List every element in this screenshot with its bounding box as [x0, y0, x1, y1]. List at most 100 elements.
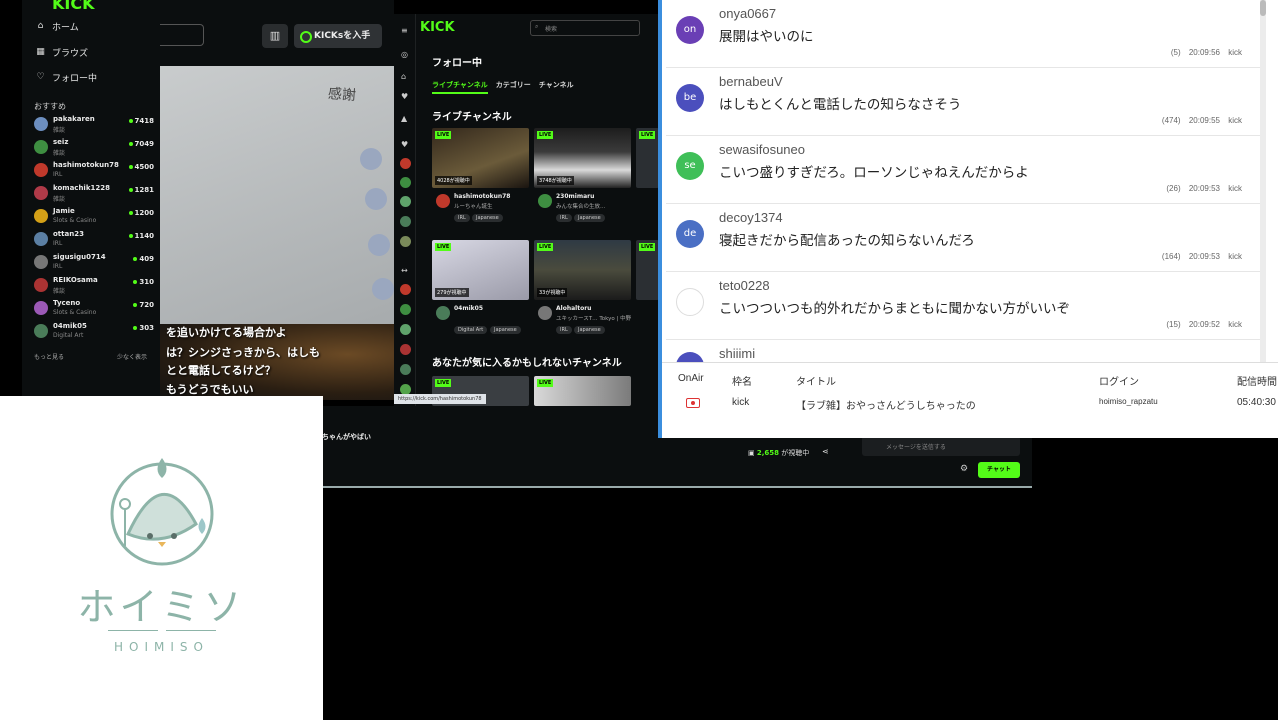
- avatar: [34, 163, 48, 177]
- stream-thumbnail[interactable]: LIVE 279が視聴中: [432, 240, 529, 300]
- avatar[interactable]: [400, 344, 411, 355]
- chat-bubble-icon: [365, 188, 387, 210]
- menu-icon[interactable]: ≡: [401, 26, 408, 35]
- share-icon[interactable]: ⋖: [822, 447, 829, 456]
- video-subtitle: とと電話してるけど？: [166, 364, 276, 377]
- channel-name[interactable]: 04mik05: [454, 305, 483, 312]
- channel-name[interactable]: Alohaltoru: [556, 305, 591, 312]
- stream-thumbnail[interactable]: LIVE: [534, 376, 631, 406]
- comment-count: (5): [1170, 48, 1181, 57]
- recommended-channel[interactable]: hashimotokun78 IRL 4500: [34, 160, 154, 182]
- stream-thumbnail[interactable]: LIVE 4028が視聴中: [432, 128, 529, 188]
- hoimiso-mascot-logo: [110, 458, 214, 566]
- avatar[interactable]: [400, 364, 411, 375]
- list-item[interactable]: de decoy1374 寝起きだから配信あったの知らないんだろ (164) 20:0…: [666, 204, 1262, 272]
- heart-icon[interactable]: ♥: [401, 140, 408, 149]
- avatar[interactable]: [400, 177, 411, 188]
- avatar[interactable]: [400, 196, 411, 207]
- column-header[interactable]: タイトル: [796, 373, 836, 388]
- show-more-link[interactable]: もっと見る: [34, 352, 64, 361]
- tag[interactable]: Japanese: [490, 326, 521, 334]
- avatar: on: [676, 16, 704, 44]
- tag[interactable]: IRL: [454, 214, 470, 222]
- get-kicks-button[interactable]: KICKsを入手: [294, 24, 382, 48]
- chat-send-button[interactable]: チャット: [978, 462, 1020, 478]
- avatar: [34, 301, 48, 315]
- recommended-channel[interactable]: REIKOsama 雑談 310: [34, 275, 154, 297]
- comment-username: sewasifosuneo: [719, 142, 805, 157]
- recommended-channel[interactable]: Tyceno Slots & Casino 720: [34, 298, 154, 320]
- column-header[interactable]: ログイン: [1099, 373, 1139, 388]
- list-item[interactable]: be bernabeuV はしもとくんと電話したの知らなさそう (474) 20:09…: [666, 68, 1262, 136]
- avatar[interactable]: [538, 306, 552, 320]
- gear-icon[interactable]: ⚙: [960, 464, 968, 474]
- recommended-channel[interactable]: sigusigu0714 IRL 409: [34, 252, 154, 274]
- tag[interactable]: Japanese: [472, 214, 503, 222]
- channel-name[interactable]: 230mimaru: [556, 193, 594, 200]
- column-header[interactable]: 配信時間: [1237, 373, 1277, 388]
- recommended-channel[interactable]: pakakaren 雑談 7418: [34, 114, 154, 136]
- comment-username: shiiimi: [719, 346, 756, 361]
- sidebar-item-home[interactable]: ⌂ ホーム: [36, 20, 79, 34]
- scrollbar-thumb[interactable]: [1260, 0, 1266, 16]
- tag[interactable]: IRL: [556, 214, 572, 222]
- avatar[interactable]: [538, 194, 552, 208]
- broadcast-table: OnAir 枠名 タイトル ログイン 配信時間 kick 【ラブ雑】おやっさんど…: [662, 362, 1278, 438]
- show-less-link[interactable]: 少なく表示: [117, 352, 147, 361]
- search-input[interactable]: [160, 24, 204, 46]
- scrollbar[interactable]: [1260, 0, 1266, 362]
- stream-thumbnail[interactable]: LIVE 3748が視聴中: [534, 128, 631, 188]
- live-badge: LIVE: [435, 131, 452, 139]
- comment-service: kick: [1228, 252, 1242, 261]
- stream-thumbnail[interactable]: LIVE 33が視聴中: [534, 240, 631, 300]
- avatar[interactable]: [400, 324, 411, 335]
- list-item[interactable]: se sewasifosuneo こいつ盛りすぎだろ。ローソンじゃねえんだからよ (2…: [666, 136, 1262, 204]
- column-header[interactable]: 枠名: [732, 373, 752, 388]
- tag[interactable]: Japanese: [574, 214, 605, 222]
- sidebar-item-following[interactable]: ♡ フォロー中: [36, 71, 97, 85]
- tab-channels[interactable]: チャンネル: [539, 80, 574, 94]
- video-player[interactable]: 感謝 を追いかけてる場合かよ は？シンジさっきから、はしも とと電話してるけど？…: [160, 66, 394, 400]
- recommended-channel[interactable]: Jamie Slots & Casino 1200: [34, 206, 154, 228]
- browse-icon[interactable]: ▲: [401, 114, 407, 123]
- avatar: [34, 209, 48, 223]
- comment-username: onya0667: [719, 6, 777, 21]
- library-icon[interactable]: ▥: [262, 24, 288, 48]
- home-icon[interactable]: ⌂: [401, 72, 406, 81]
- avatar[interactable]: [436, 194, 450, 208]
- column-header[interactable]: OnAir: [678, 373, 704, 384]
- comment-service: kick: [1228, 184, 1242, 193]
- heart-icon[interactable]: ♥: [401, 92, 408, 101]
- tag[interactable]: IRL: [556, 326, 572, 334]
- avatar[interactable]: [436, 306, 450, 320]
- list-item[interactable]: on onya0667 展開はやいのに (5) 20:09:56 kick: [666, 0, 1262, 68]
- stream-thumbnail[interactable]: LIVE: [636, 240, 659, 300]
- chat-message-input[interactable]: メッセージを送信する: [862, 436, 1020, 456]
- viewer-count: 7418: [129, 117, 154, 125]
- avatar[interactable]: [400, 304, 411, 315]
- channel-name[interactable]: hashimotokun78: [454, 193, 510, 200]
- tab-live-channels[interactable]: ライブチャンネル: [432, 80, 488, 94]
- avatar[interactable]: [400, 158, 411, 169]
- tab-categories[interactable]: カテゴリー: [496, 80, 531, 94]
- recommended-channel[interactable]: ottan23 IRL 1140: [34, 229, 154, 251]
- recommended-channel[interactable]: seiz 雑談 7049: [34, 137, 154, 159]
- tag[interactable]: Japanese: [574, 326, 605, 334]
- viewer-count: 33が視聴中: [537, 288, 568, 297]
- compass-icon[interactable]: ◎: [401, 50, 408, 59]
- avatar[interactable]: [400, 216, 411, 227]
- list-item[interactable]: teto0228 こいつついつも的外れだからまともに聞かない方がいいぞ (15) 2…: [666, 272, 1262, 340]
- stream-thumbnail[interactable]: LIVE: [636, 128, 659, 188]
- sidebar-item-browse[interactable]: ▦ ブラウズ: [36, 46, 88, 60]
- avatar[interactable]: [400, 236, 411, 247]
- stream-title: みんな集合の生放…: [556, 204, 606, 210]
- tag[interactable]: Digital Art: [454, 326, 488, 334]
- followed-channels-rail: ≡ ◎ ⌂ ♥ ▲ ♥ ↔: [394, 14, 416, 406]
- recommended-channel[interactable]: komachik1228 雑談 1281: [34, 183, 154, 205]
- kick-logo[interactable]: KICK: [52, 0, 95, 13]
- avatar[interactable]: [400, 284, 411, 295]
- search-input[interactable]: ⌕ 検索: [530, 20, 640, 36]
- recommended-channel[interactable]: 04mik05 Digital Art 303: [34, 321, 154, 343]
- expand-icon[interactable]: ↔: [401, 266, 408, 275]
- kick-logo[interactable]: KICK: [420, 20, 455, 35]
